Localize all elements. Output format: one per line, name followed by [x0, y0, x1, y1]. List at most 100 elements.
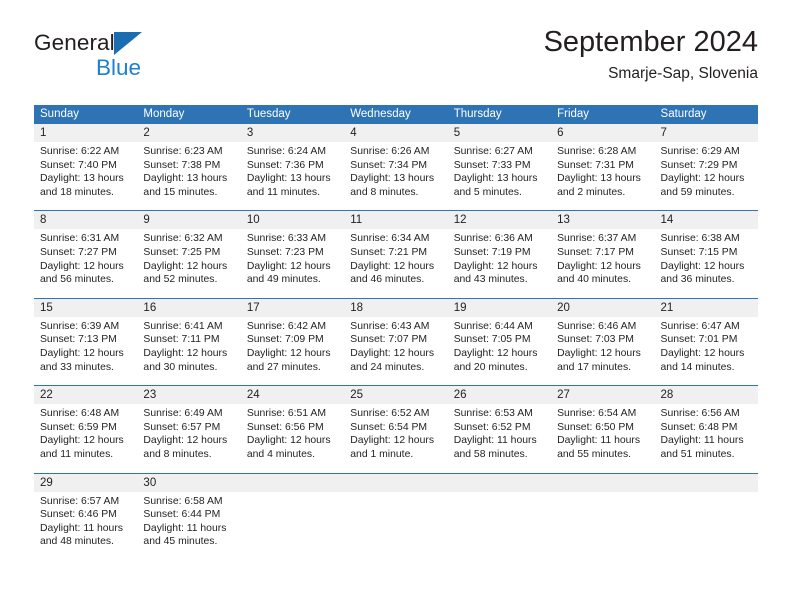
day-cell[interactable]: 6 Sunrise: 6:28 AM Sunset: 7:31 PM Daylight… [551, 124, 655, 210]
day-cell[interactable]: 10 Sunrise: 6:33 AM Sunset: 7:23 PM Dayligh… [240, 211, 345, 297]
day-cell-empty [344, 473, 448, 560]
sunset-text: Sunset: 7:38 PM [143, 159, 221, 171]
daylight-text-line1: Daylight: 12 hours [246, 260, 331, 272]
day-number: 2 [137, 124, 241, 142]
day-number: 19 [447, 298, 552, 317]
day-number: 8 [34, 211, 138, 230]
day-cell[interactable]: 14 Sunrise: 6:38 AM Sunset: 7:15 PM Dayligh… [654, 211, 758, 297]
daylight-text-line2: and 48 minutes. [40, 536, 114, 548]
day-cell[interactable]: 4 Sunrise: 6:26 AM Sunset: 7:34 PM Daylight… [344, 124, 448, 210]
day-cell[interactable]: 8 Sunrise: 6:31 AM Sunset: 7:27 PM Daylight… [34, 211, 138, 297]
calendar-week-cells: 8 Sunrise: 6:31 AM Sunset: 7:27 PM Daylight… [34, 211, 758, 297]
calendar-week-cells: 29 Sunrise: 6:57 AM Sunset: 6:46 PM Dayligh… [34, 473, 758, 560]
day-cell[interactable]: 19 Sunrise: 6:44 AM Sunset: 7:05 PM Dayligh… [447, 298, 552, 385]
daylight-text-line1: Daylight: 12 hours [453, 347, 538, 359]
day-cell[interactable]: 23 Sunrise: 6:49 AM Sunset: 6:57 PM Dayligh… [137, 386, 241, 472]
day-sun-info: Sunrise: 6:29 AM Sunset: 7:29 PM Daylight:… [655, 142, 758, 199]
sunset-text: Sunset: 7:34 PM [350, 159, 428, 171]
day-cell[interactable]: 1 Sunrise: 6:22 AM Sunset: 7:40 PM Daylight… [34, 124, 138, 210]
daylight-text-line1: Daylight: 11 hours [660, 435, 744, 447]
day-cell[interactable]: 18 Sunrise: 6:43 AM Sunset: 7:07 PM Dayligh… [344, 298, 448, 385]
day-number: 3 [240, 124, 345, 142]
daylight-text-line1: Daylight: 12 hours [350, 260, 435, 272]
day-cell[interactable]: 25 Sunrise: 6:52 AM Sunset: 6:54 PM Dayligh… [344, 386, 448, 472]
daylight-text-line2: and 17 minutes. [557, 361, 632, 373]
day-number: 15 [34, 298, 138, 317]
weekday-header-monday: Monday [143, 108, 185, 120]
daylight-text-line2: and 8 minutes. [350, 186, 419, 198]
day-number [654, 473, 758, 492]
day-sun-info [448, 492, 551, 495]
day-cell[interactable]: 29 Sunrise: 6:57 AM Sunset: 6:46 PM Dayligh… [34, 473, 138, 560]
sunrise-text: Sunrise: 6:47 AM [660, 320, 740, 332]
day-cell-empty [447, 473, 552, 560]
calendar-week-row: 1 Sunrise: 6:22 AM Sunset: 7:40 PM Daylight… [34, 124, 758, 210]
day-sun-info: Sunrise: 6:41 AM Sunset: 7:11 PM Daylight:… [137, 317, 240, 374]
day-cell[interactable]: 3 Sunrise: 6:24 AM Sunset: 7:36 PM Daylight… [240, 124, 345, 210]
sunrise-text: Sunrise: 6:23 AM [143, 146, 223, 157]
sunset-text: Sunset: 7:29 PM [660, 159, 738, 171]
day-cell[interactable]: 30 Sunrise: 6:58 AM Sunset: 6:44 PM Dayligh… [137, 473, 241, 560]
daylight-text-line2: and 24 minutes. [350, 361, 425, 373]
page-header: General Blue September 2024 Smarje-Sap, … [34, 26, 758, 98]
day-sun-info [551, 492, 654, 495]
day-number: 22 [34, 386, 138, 405]
daylight-text-line2: and 14 minutes. [660, 361, 735, 373]
calendar-week-cells: 22 Sunrise: 6:48 AM Sunset: 6:59 PM Dayligh… [34, 386, 758, 472]
day-sun-info: Sunrise: 6:49 AM Sunset: 6:57 PM Daylight:… [137, 404, 240, 461]
day-cell[interactable]: 9 Sunrise: 6:32 AM Sunset: 7:25 PM Daylight… [137, 211, 241, 297]
daylight-text-line2: and 4 minutes. [246, 448, 316, 460]
daylight-text-line1: Daylight: 13 hours [143, 173, 228, 185]
general-blue-logo[interactable]: General Blue [34, 31, 274, 92]
daylight-text-line1: Daylight: 11 hours [143, 522, 227, 534]
daylight-text-line2: and 2 minutes. [557, 186, 626, 198]
daylight-text-line2: and 11 minutes. [40, 448, 114, 460]
weekday-header-sunday: Sunday [40, 108, 80, 120]
day-cell[interactable]: 15 Sunrise: 6:39 AM Sunset: 7:13 PM Dayligh… [34, 298, 138, 385]
day-cell[interactable]: 7 Sunrise: 6:29 AM Sunset: 7:29 PM Daylight… [654, 124, 758, 210]
day-cell[interactable]: 21 Sunrise: 6:47 AM Sunset: 7:01 PM Dayligh… [654, 298, 758, 385]
sunset-text: Sunset: 6:57 PM [143, 421, 221, 433]
weekday-header-row: Sunday Monday Tuesday Wednesday Thursday Frid… [34, 105, 758, 124]
calendar-week-row: 8 Sunrise: 6:31 AM Sunset: 7:27 PM Daylight… [34, 210, 758, 297]
calendar-grid: Sunday Monday Tuesday Wednesday Thursday Frid… [34, 105, 758, 560]
day-sun-info: Sunrise: 6:34 AM Sunset: 7:21 PM Daylight:… [344, 229, 447, 286]
daylight-text-line1: Daylight: 12 hours [246, 347, 331, 359]
day-cell[interactable]: 11 Sunrise: 6:34 AM Sunset: 7:21 PM Dayligh… [344, 211, 448, 297]
day-cell[interactable]: 20 Sunrise: 6:46 AM Sunset: 7:03 PM Dayligh… [551, 298, 655, 385]
weekday-header-wednesday: Wednesday [350, 108, 411, 120]
day-number: 14 [654, 211, 758, 230]
day-cell[interactable]: 16 Sunrise: 6:41 AM Sunset: 7:11 PM Dayligh… [137, 298, 241, 385]
day-cell[interactable]: 13 Sunrise: 6:37 AM Sunset: 7:17 PM Dayligh… [551, 211, 655, 297]
daylight-text-line1: Daylight: 12 hours [143, 260, 228, 272]
day-sun-info: Sunrise: 6:47 AM Sunset: 7:01 PM Daylight:… [655, 317, 758, 374]
day-cell[interactable]: 28 Sunrise: 6:56 AM Sunset: 6:48 PM Dayligh… [654, 386, 758, 472]
day-number [447, 473, 552, 492]
sunrise-text: Sunrise: 6:56 AM [660, 408, 740, 420]
sunrise-text: Sunrise: 6:41 AM [143, 320, 223, 332]
day-number: 13 [551, 211, 655, 230]
day-cell[interactable]: 12 Sunrise: 6:36 AM Sunset: 7:19 PM Dayligh… [447, 211, 552, 297]
daylight-text-line2: and 52 minutes. [143, 274, 218, 286]
day-cell[interactable]: 22 Sunrise: 6:48 AM Sunset: 6:59 PM Dayligh… [34, 386, 138, 472]
day-sun-info: Sunrise: 6:54 AM Sunset: 6:50 PM Daylight:… [551, 404, 654, 461]
daylight-text-line1: Daylight: 13 hours [246, 173, 331, 185]
day-cell[interactable]: 26 Sunrise: 6:53 AM Sunset: 6:52 PM Dayligh… [447, 386, 552, 472]
sunrise-text: Sunrise: 6:28 AM [557, 146, 637, 157]
calendar-week-cells: 15 Sunrise: 6:39 AM Sunset: 7:13 PM Dayligh… [34, 298, 758, 385]
daylight-text-line2: and 43 minutes. [453, 274, 528, 286]
day-cell[interactable]: 2 Sunrise: 6:23 AM Sunset: 7:38 PM Daylight… [137, 124, 241, 210]
sunset-text: Sunset: 7:27 PM [40, 246, 117, 258]
sunset-text: Sunset: 7:23 PM [246, 246, 324, 258]
sunrise-text: Sunrise: 6:26 AM [350, 146, 430, 157]
daylight-text-line2: and 55 minutes. [557, 448, 632, 460]
day-number [551, 473, 655, 492]
day-number: 16 [137, 298, 241, 317]
page-title: September 2024 [543, 26, 758, 58]
day-cell[interactable]: 17 Sunrise: 6:42 AM Sunset: 7:09 PM Dayligh… [240, 298, 345, 385]
day-number: 27 [551, 386, 655, 405]
day-cell[interactable]: 5 Sunrise: 6:27 AM Sunset: 7:33 PM Daylight… [447, 124, 552, 210]
day-cell[interactable]: 27 Sunrise: 6:54 AM Sunset: 6:50 PM Dayligh… [551, 386, 655, 472]
day-cell[interactable]: 24 Sunrise: 6:51 AM Sunset: 6:56 PM Dayligh… [240, 386, 345, 472]
weekday-header-tuesday: Tuesday [246, 108, 291, 120]
